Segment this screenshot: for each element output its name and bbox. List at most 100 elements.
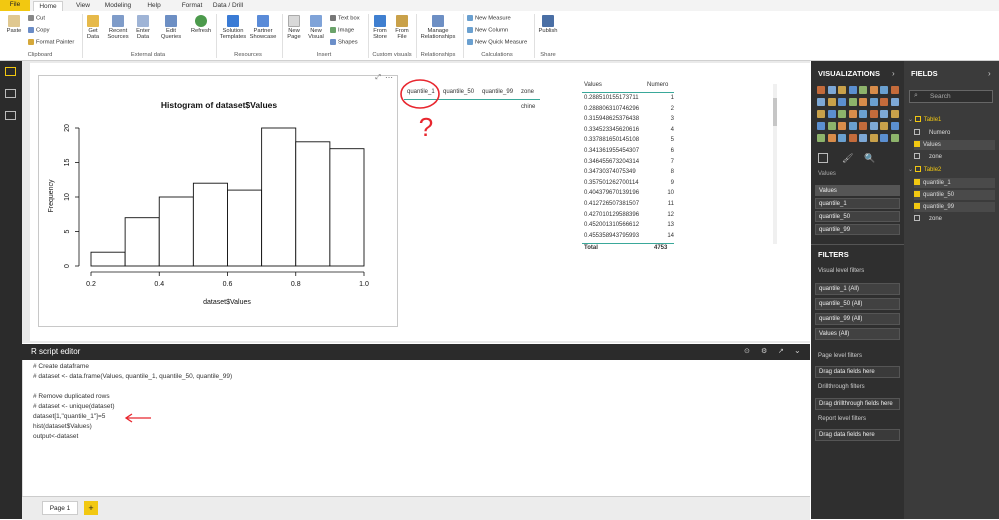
refresh-button[interactable]: Refresh bbox=[190, 15, 212, 34]
visual-type-icon[interactable] bbox=[848, 134, 857, 142]
visual-type-icon[interactable] bbox=[890, 86, 899, 94]
publish-button[interactable]: Publish bbox=[537, 15, 559, 34]
r-visual[interactable]: ⋯ ⤢ Histogram of dataset$Values dataset$… bbox=[38, 73, 398, 327]
shapes-button[interactable]: Shapes bbox=[330, 39, 358, 46]
field-quantile-1[interactable]: quantile_1 bbox=[914, 178, 995, 188]
visual-type-icon[interactable] bbox=[827, 110, 836, 118]
fields-tab-icon[interactable] bbox=[818, 153, 828, 163]
visual-type-icon[interactable] bbox=[890, 110, 899, 118]
filter-quantile-50[interactable]: quantile_50 (All) bbox=[815, 298, 900, 310]
visual-type-icon[interactable] bbox=[848, 110, 857, 118]
paste-button[interactable]: Paste bbox=[3, 15, 25, 34]
field-quantile-50[interactable]: quantile_50 bbox=[914, 190, 995, 200]
visual-type-icon[interactable] bbox=[869, 86, 878, 94]
format-tab-icon[interactable]: 🖌 bbox=[842, 153, 853, 163]
visual-type-icon[interactable] bbox=[848, 98, 857, 106]
cut-button[interactable]: Cut bbox=[28, 15, 45, 22]
checkbox[interactable] bbox=[914, 179, 920, 186]
well-quantile-99[interactable]: quantile_99 bbox=[815, 224, 900, 235]
values-table[interactable]: Values Numero 0.288510155173711 1 0.288806… bbox=[582, 80, 778, 256]
visual-type-icon[interactable] bbox=[838, 134, 846, 142]
code-line[interactable]: output<-dataset bbox=[33, 433, 78, 440]
tab-format[interactable]: Format bbox=[180, 1, 204, 11]
from-file-button[interactable]: From File bbox=[392, 15, 412, 40]
partner-showcase-button[interactable]: Partner Showcase bbox=[248, 15, 278, 40]
visual-type-icon[interactable] bbox=[869, 122, 878, 130]
field-zone[interactable]: zone bbox=[914, 152, 995, 162]
table2-node[interactable]: ⌄ Table2 bbox=[908, 165, 995, 175]
well-quantile-50[interactable]: quantile_50 bbox=[815, 211, 900, 222]
visual-type-icon[interactable] bbox=[817, 122, 825, 130]
file-tab[interactable]: File bbox=[0, 0, 30, 11]
visual-type-icon[interactable] bbox=[817, 134, 825, 142]
report-view-icon[interactable] bbox=[5, 67, 16, 76]
enter-data-button[interactable]: Enter Data bbox=[134, 15, 152, 40]
data-view-icon[interactable] bbox=[5, 89, 16, 98]
visual-type-icon[interactable] bbox=[817, 98, 825, 106]
manage-relationships-button[interactable]: Manage Relationships bbox=[418, 15, 458, 40]
page-drop-zone[interactable]: Drag data fields here bbox=[815, 366, 900, 378]
visual-type-icon[interactable] bbox=[848, 122, 857, 130]
r-script-editor[interactable]: # Create dataframe # dataset <- data.fra… bbox=[22, 360, 811, 496]
code-line[interactable]: hist(dataset$Values) bbox=[33, 423, 92, 430]
code-line[interactable]: # dataset <- data.frame(Values, quantile… bbox=[33, 373, 232, 380]
new-measure-button[interactable]: New Measure bbox=[467, 15, 511, 22]
get-data-button[interactable]: Get Data bbox=[84, 15, 102, 40]
visual-type-icon[interactable] bbox=[859, 122, 867, 130]
table-scrollbar[interactable] bbox=[773, 84, 777, 244]
from-store-button[interactable]: From Store bbox=[370, 15, 390, 40]
visual-type-icon[interactable] bbox=[848, 86, 857, 94]
visual-type-icon[interactable] bbox=[869, 110, 878, 118]
filter-quantile-1[interactable]: quantile_1 (All) bbox=[815, 283, 900, 295]
well-quantile-1[interactable]: quantile_1 bbox=[815, 198, 900, 209]
open-external-icon[interactable]: ↗ bbox=[778, 347, 784, 355]
checkbox[interactable] bbox=[914, 191, 920, 198]
edit-queries-button[interactable]: Edit Queries bbox=[158, 15, 184, 40]
tab-modeling[interactable]: Modeling bbox=[103, 1, 133, 11]
visual-type-icon[interactable] bbox=[890, 98, 899, 106]
visual-type-icon[interactable] bbox=[859, 98, 867, 106]
filter-quantile-99[interactable]: quantile_99 (All) bbox=[815, 313, 900, 325]
format-painter-button[interactable]: Format Painter bbox=[28, 39, 74, 46]
checkbox[interactable] bbox=[914, 153, 920, 160]
add-page-button[interactable]: + bbox=[84, 501, 98, 515]
code-line[interactable]: dataset[1,"quantile_1"]=5 bbox=[33, 413, 105, 420]
report-drop-zone[interactable]: Drag data fields here bbox=[815, 429, 900, 441]
visual-type-icon[interactable] bbox=[838, 122, 846, 130]
visual-type-icon[interactable] bbox=[838, 86, 846, 94]
text-box-button[interactable]: Text box bbox=[330, 15, 360, 22]
checkbox[interactable] bbox=[914, 129, 920, 136]
visual-type-icon[interactable] bbox=[827, 134, 836, 142]
new-quick-measure-button[interactable]: New Quick Measure bbox=[467, 39, 527, 46]
chevron-right-icon[interactable]: › bbox=[892, 69, 895, 78]
fields-search[interactable]: ⌕ Search bbox=[909, 90, 993, 103]
visual-type-icon[interactable] bbox=[817, 86, 825, 94]
analytics-tab-icon[interactable]: 🔍 bbox=[864, 153, 875, 163]
well-values[interactable]: Values bbox=[815, 185, 900, 196]
visual-type-icon[interactable] bbox=[838, 110, 846, 118]
field-values[interactable]: Values bbox=[914, 140, 995, 150]
visual-type-icon[interactable] bbox=[859, 110, 867, 118]
new-visual-button[interactable]: New Visual bbox=[306, 15, 326, 40]
tab-view[interactable]: View bbox=[72, 1, 94, 11]
visual-type-icon[interactable] bbox=[827, 98, 836, 106]
table1-node[interactable]: ⌄ Table1 bbox=[908, 115, 995, 125]
filter-values[interactable]: Values (All) bbox=[815, 328, 900, 340]
field-numero[interactable]: Numero bbox=[914, 128, 995, 138]
visual-type-icon[interactable] bbox=[827, 86, 836, 94]
visual-type-icon[interactable] bbox=[880, 134, 888, 142]
visual-type-icon[interactable] bbox=[827, 122, 836, 130]
visual-type-icon[interactable] bbox=[880, 86, 888, 94]
field-quantile-99[interactable]: quantile_99 bbox=[914, 202, 995, 212]
visual-type-icon[interactable] bbox=[880, 122, 888, 130]
code-line[interactable]: # Remove duplicated rows bbox=[33, 393, 110, 400]
drillthrough-drop-zone[interactable]: Drag drillthrough fields here bbox=[815, 398, 900, 410]
checkbox[interactable] bbox=[914, 215, 920, 222]
run-script-icon[interactable]: ⊙ bbox=[744, 347, 750, 355]
checkbox[interactable] bbox=[914, 203, 920, 210]
recent-sources-button[interactable]: Recent Sources bbox=[106, 15, 130, 40]
code-line[interactable]: # Create dataframe bbox=[33, 363, 89, 370]
tab-help[interactable]: Help bbox=[144, 1, 164, 11]
visual-type-icon[interactable] bbox=[869, 134, 878, 142]
visual-type-icon[interactable] bbox=[838, 98, 846, 106]
